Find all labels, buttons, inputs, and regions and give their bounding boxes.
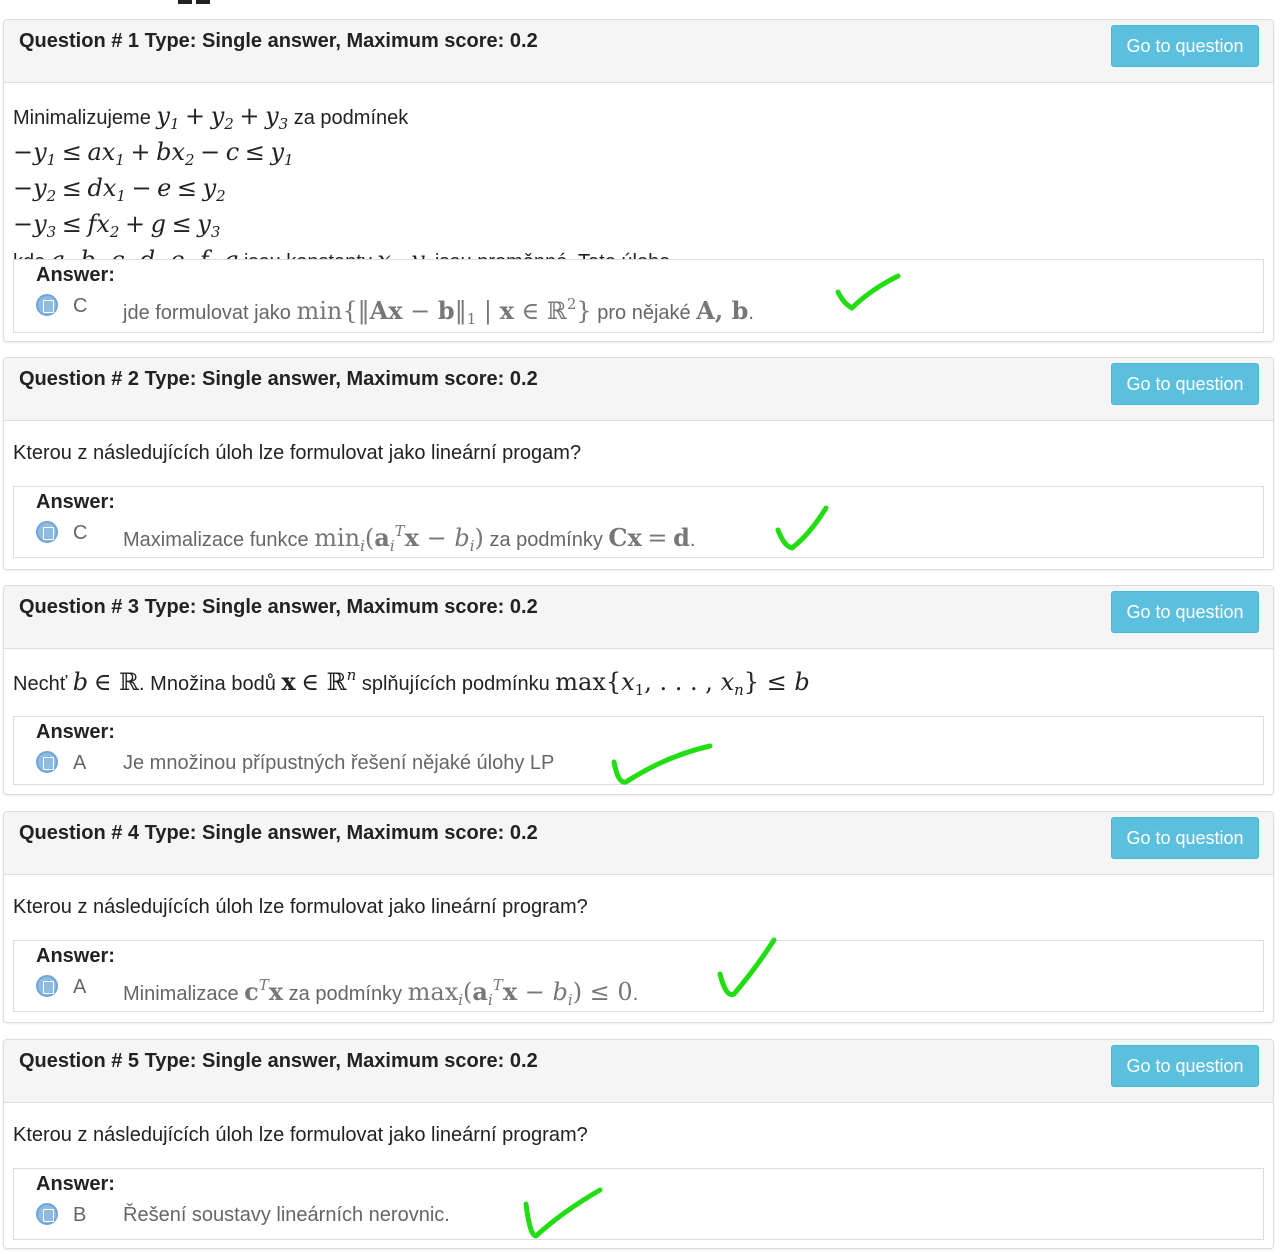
checkmark-icon	[835, 273, 901, 311]
question-title: Question # 3 Type: Single answer, Maximu…	[19, 596, 538, 618]
question-text: Minimalizujeme y1 + y2 + y3 za podmínek …	[13, 102, 670, 282]
text-fragment: Minimalizujeme	[13, 107, 151, 129]
question-title: Question # 4 Type: Single answer, Maximu…	[19, 822, 538, 844]
checkmark-icon	[611, 743, 713, 785]
question-title: Question # 1 Type: Single answer, Maximu…	[19, 30, 538, 52]
question-panel-5: Question # 5 Type: Single answer, Maximu…	[3, 1039, 1274, 1249]
question-heading: Question # 5 Type: Single answer, Maximu…	[4, 1040, 1273, 1103]
checkmark-icon	[775, 505, 829, 551]
text-fragment: pro nějaké	[597, 302, 691, 324]
answer-label: Answer:	[36, 491, 115, 513]
answer-label: Answer:	[36, 1173, 115, 1195]
answer-label: Answer:	[36, 945, 115, 967]
question-title: Question # 2 Type: Single answer, Maximu…	[19, 368, 538, 390]
answer-letter: B	[73, 1204, 87, 1226]
answer-letter: C	[73, 522, 88, 544]
question-heading: Question # 4 Type: Single answer, Maximu…	[4, 812, 1273, 875]
answer-type-icon	[36, 294, 58, 316]
question-panel-1: Question # 1 Type: Single answer, Maximu…	[3, 19, 1274, 342]
question-panel-2: Question # 2 Type: Single answer, Maximu…	[3, 357, 1274, 570]
answer-text: jde formulovat jako min{‖Ax − b‖1 | x ∈ …	[123, 295, 754, 328]
answer-box: Answer: C jde formulovat jako min{‖Ax − …	[13, 259, 1264, 333]
go-to-question-button[interactable]: Go to question	[1111, 817, 1259, 859]
text-fragment: za podmínky	[288, 983, 403, 1005]
text-fragment: Množina bodů	[150, 673, 276, 695]
constraint-3: −y3 ≤ fx2 + g ≤ y3	[13, 210, 221, 241]
question-heading: Question # 1 Type: Single answer, Maximu…	[4, 20, 1273, 83]
answer-type-icon	[36, 1203, 58, 1225]
question-heading: Question # 2 Type: Single answer, Maximu…	[4, 358, 1273, 421]
question-heading: Question # 3 Type: Single answer, Maximu…	[4, 586, 1273, 649]
text-fragment: Minimalizace	[123, 983, 239, 1005]
checkmark-icon	[523, 1187, 603, 1239]
question-text: Kterou z následujících úloh lze formulov…	[13, 442, 582, 464]
answer-box: Answer: C Maximalizace funkce mini(aiTx …	[13, 486, 1264, 558]
answer-type-icon	[36, 751, 58, 773]
answer-type-icon	[36, 975, 58, 997]
go-to-question-button[interactable]: Go to question	[1111, 25, 1259, 67]
answer-text: Minimalizace cTx za podmínky maxi(aiTx −…	[123, 976, 639, 1009]
answer-letter: A	[73, 752, 87, 774]
question-text: Nechť b ∈ ℝ. Množina bodů x ∈ ℝn splňují…	[13, 666, 810, 699]
text-fragment: za podmínek	[293, 107, 409, 129]
answer-label: Answer:	[36, 264, 115, 286]
answer-letter: A	[73, 976, 87, 998]
answer-label: Answer:	[36, 721, 115, 743]
go-to-question-button[interactable]: Go to question	[1111, 1045, 1259, 1087]
question-text: Kterou z následujících úloh lze formulov…	[13, 896, 588, 918]
question-panel-4: Question # 4 Type: Single answer, Maximu…	[3, 811, 1274, 1023]
answer-text: Maximalizace funkce mini(aiTx − bi) za p…	[123, 522, 696, 555]
checkmark-icon	[717, 937, 777, 998]
text-fragment: jde formulovat jako	[123, 302, 291, 324]
text-fragment: Nechť	[13, 673, 68, 695]
answer-text: Je množinou přípustných řešení nějaké úl…	[123, 752, 555, 774]
text-fragment: splňujících podmínku	[361, 673, 550, 695]
text-fragment: za podmínky	[489, 529, 603, 551]
go-to-question-button[interactable]: Go to question	[1111, 363, 1259, 405]
constraint-2: −y2 ≤ dx1 − e ≤ y2	[13, 174, 226, 205]
constraint-1: −y1 ≤ ax1 + bx2 − c ≤ y1	[13, 138, 294, 169]
go-to-question-button[interactable]: Go to question	[1111, 591, 1259, 633]
answer-box: Answer: B Řešení soustavy lineárních ner…	[13, 1168, 1264, 1240]
previous-heading-cutoff	[0, 0, 1282, 6]
question-title: Question # 5 Type: Single answer, Maximu…	[19, 1050, 538, 1072]
answer-box: Answer: A Minimalizace cTx za podmínky m…	[13, 940, 1264, 1012]
answer-text: Řešení soustavy lineárních nerovnic.	[123, 1204, 450, 1226]
text-fragment: Maximalizace funkce	[123, 529, 309, 551]
answer-letter: C	[73, 295, 88, 317]
question-text: Kterou z následujících úloh lze formulov…	[13, 1124, 588, 1146]
answer-type-icon	[36, 521, 58, 543]
